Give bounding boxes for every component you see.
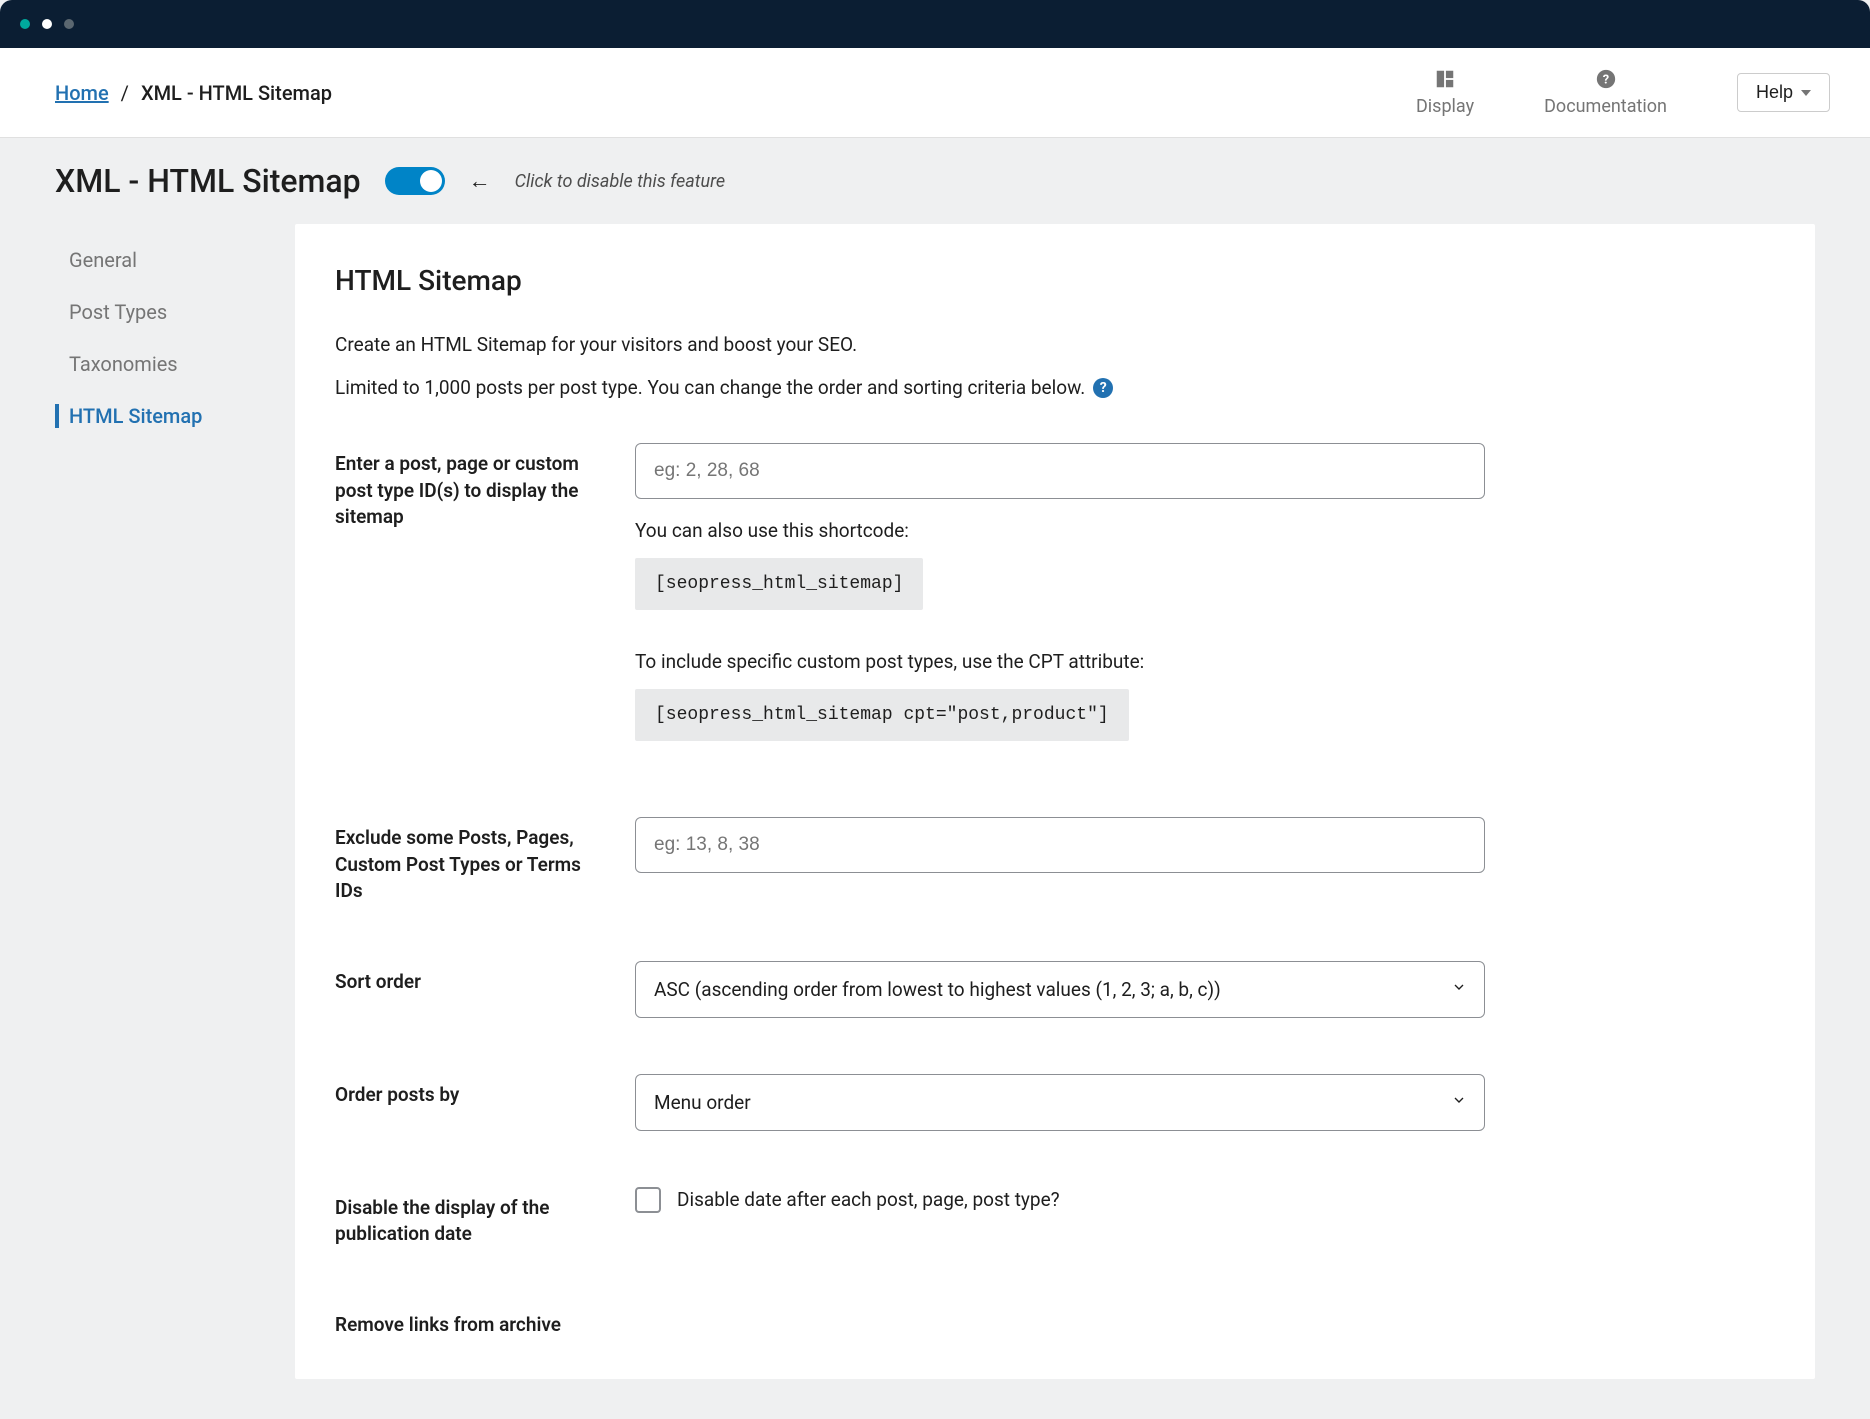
display-label: Display: [1416, 96, 1474, 117]
caret-down-icon: [1801, 88, 1811, 98]
documentation-label: Documentation: [1544, 96, 1667, 117]
main-layout: General Post Types Taxonomies HTML Sitem…: [0, 224, 1870, 1419]
breadcrumb-current: XML - HTML Sitemap: [141, 81, 332, 105]
macos-titlebar: [0, 0, 1870, 48]
shortcode-hint-1: You can also use this shortcode:: [635, 519, 1485, 542]
help-icon[interactable]: ?: [1093, 378, 1113, 398]
order-by-label: Order posts by: [335, 1074, 595, 1131]
exclude-label: Exclude some Posts, Pages, Custom Post T…: [335, 817, 595, 905]
remove-links-label: Remove links from archive: [335, 1304, 595, 1339]
sort-order-select[interactable]: ASC (ascending order from lowest to high…: [635, 961, 1485, 1018]
order-by-select[interactable]: Menu order: [635, 1074, 1485, 1131]
row-exclude-ids: Exclude some Posts, Pages, Custom Post T…: [335, 817, 1775, 905]
include-label: Enter a post, page or custom post type I…: [335, 443, 595, 761]
panel-intro-2: Limited to 1,000 posts per post type. Yo…: [335, 376, 1775, 399]
breadcrumb: Home / XML - HTML Sitemap: [55, 81, 332, 105]
panel-intro-1: Create an HTML Sitemap for your visitors…: [335, 333, 1775, 356]
breadcrumb-home-link[interactable]: Home: [55, 81, 109, 105]
sidebar-item-general[interactable]: General: [55, 248, 255, 272]
documentation-button[interactable]: ? Documentation: [1544, 68, 1667, 117]
toggle-hint: Click to disable this feature: [515, 171, 725, 192]
help-label: Help: [1756, 82, 1793, 103]
include-ids-input[interactable]: [635, 443, 1485, 499]
svg-text:?: ?: [1602, 73, 1608, 88]
row-disable-date: Disable the display of the publication d…: [335, 1187, 1775, 1248]
window-control-zoom[interactable]: [64, 19, 74, 29]
display-button[interactable]: Display: [1416, 68, 1474, 117]
sidebar-item-taxonomies[interactable]: Taxonomies: [55, 352, 255, 376]
shortcode-2: [seopress_html_sitemap cpt="post,product…: [635, 689, 1129, 741]
breadcrumb-sep: /: [121, 81, 129, 105]
window-control-minimize[interactable]: [42, 19, 52, 29]
row-sort-order: Sort order ASC (ascending order from low…: [335, 961, 1775, 1018]
row-include-ids: Enter a post, page or custom post type I…: [335, 443, 1775, 761]
page-title: XML - HTML Sitemap: [55, 162, 361, 200]
arrow-left-icon: ←: [469, 168, 491, 194]
page-header: XML - HTML Sitemap ← Click to disable th…: [0, 138, 1870, 224]
panel-title: HTML Sitemap: [335, 264, 1775, 297]
sort-order-label: Sort order: [335, 961, 595, 1018]
disable-date-checkbox[interactable]: [635, 1187, 661, 1213]
help-dropdown-button[interactable]: Help: [1737, 73, 1830, 112]
shortcode-hint-2: To include specific custom post types, u…: [635, 650, 1485, 673]
sidebar-item-html-sitemap[interactable]: HTML Sitemap: [55, 404, 255, 428]
help-circle-icon: ?: [1595, 68, 1617, 90]
panel-intro-2-text: Limited to 1,000 posts per post type. Yo…: [335, 376, 1085, 399]
side-tabs: General Post Types Taxonomies HTML Sitem…: [55, 224, 255, 1379]
topbar: Home / XML - HTML Sitemap Display ? Docu…: [0, 48, 1870, 138]
disable-date-checkbox-label: Disable date after each post, page, post…: [677, 1188, 1060, 1211]
exclude-ids-input[interactable]: [635, 817, 1485, 873]
display-icon: [1434, 68, 1456, 90]
shortcode-1: [seopress_html_sitemap]: [635, 558, 923, 610]
topbar-actions: Display ? Documentation Help: [1416, 68, 1830, 117]
panel: HTML Sitemap Create an HTML Sitemap for …: [295, 224, 1815, 1379]
row-remove-links: Remove links from archive: [335, 1304, 1775, 1339]
window-control-close[interactable]: [20, 19, 30, 29]
disable-date-label: Disable the display of the publication d…: [335, 1187, 595, 1248]
row-order-by: Order posts by Menu order: [335, 1074, 1775, 1131]
feature-toggle[interactable]: [385, 167, 445, 195]
sidebar-item-post-types[interactable]: Post Types: [55, 300, 255, 324]
